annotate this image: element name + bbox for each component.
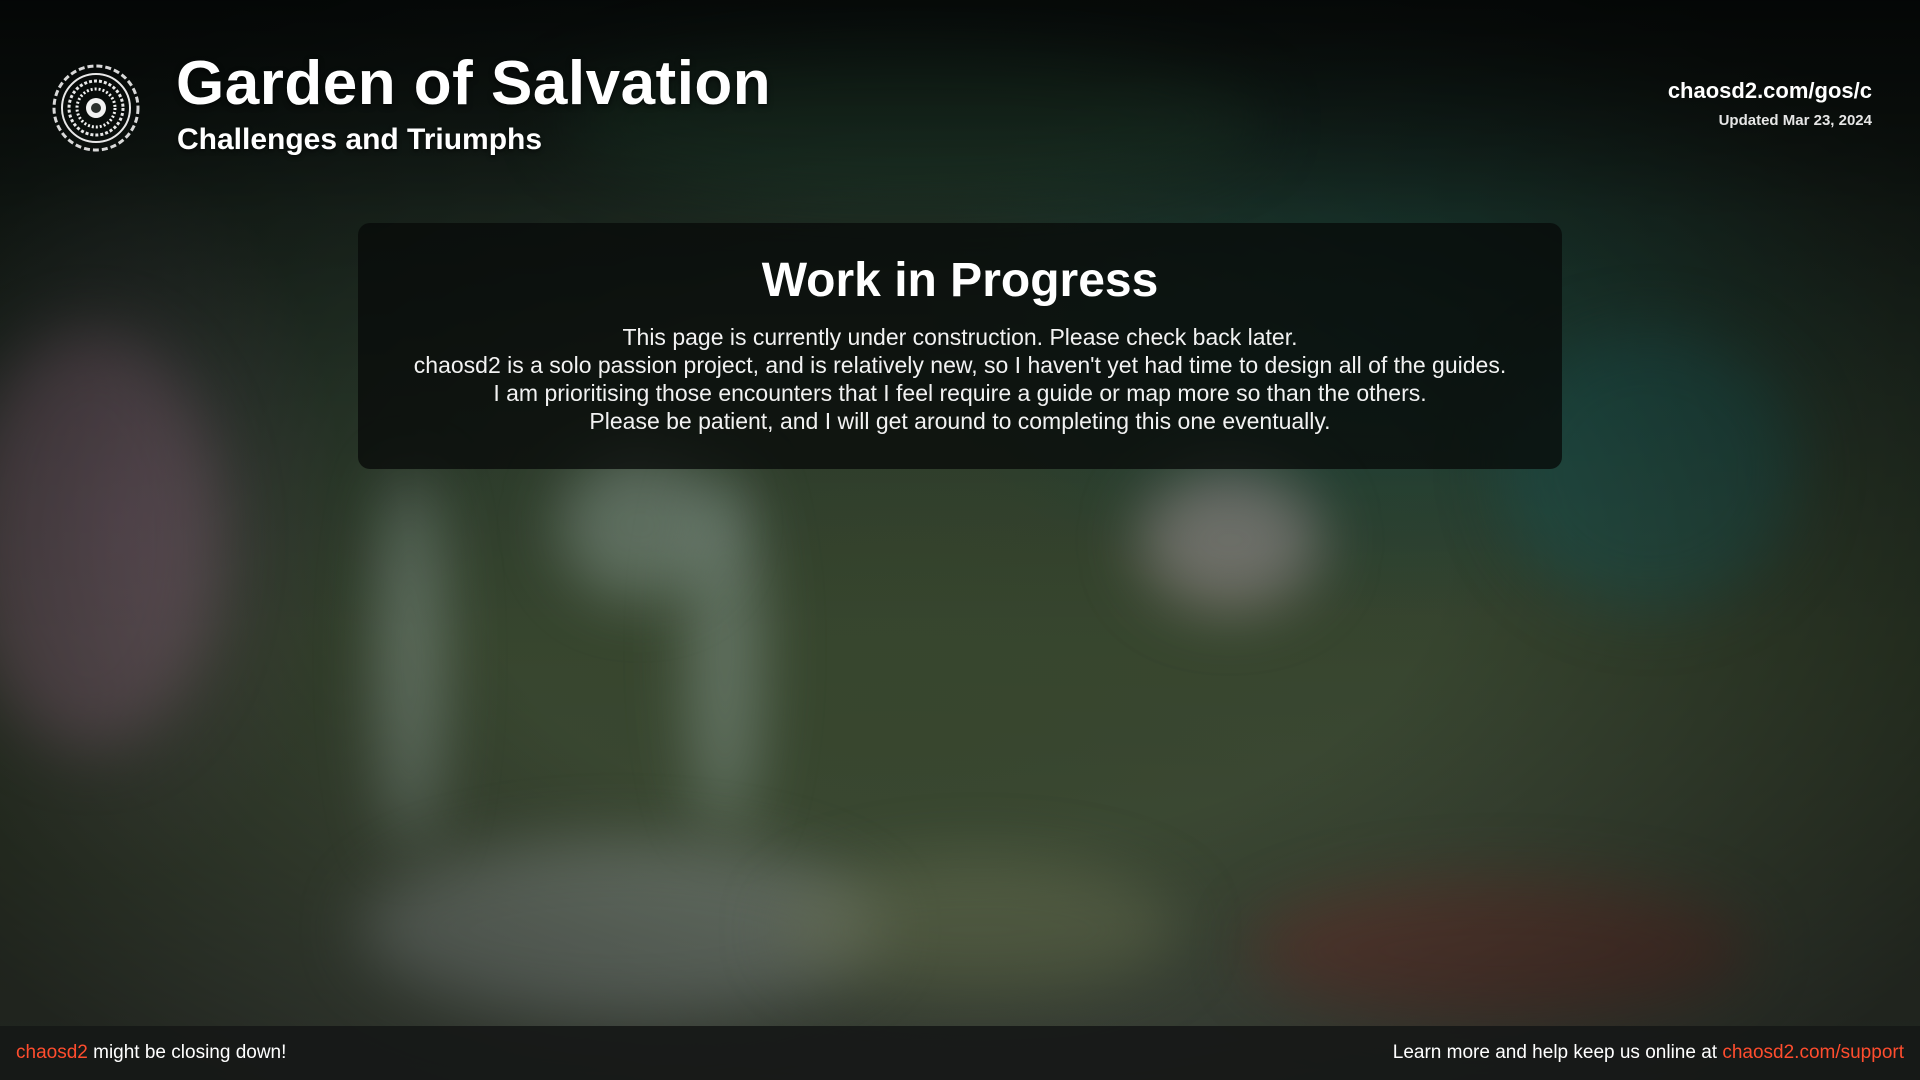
footer-support: Learn more and help keep us online at ch… [1393, 1026, 1904, 1080]
footer-notice: chaosd2 might be closing down! [16, 1026, 286, 1080]
site-url-link[interactable]: chaosd2.com/gos/c [1668, 78, 1872, 104]
panel-title: Work in Progress [761, 254, 1159, 307]
page-subtitle: Challenges and Triumphs [177, 123, 543, 156]
panel-message-line: chaosd2 is a solo passion project, and i… [413, 352, 1507, 378]
support-link[interactable]: chaosd2.com/support [1722, 1042, 1904, 1063]
panel-message-line: Please be patient, and I will get around… [589, 408, 1331, 434]
footer-bar: chaosd2 might be closing down! Learn mor… [0, 1026, 1920, 1080]
footer-support-text: Learn more and help keep us online at [1392, 1042, 1723, 1063]
blurred-garden-background [0, 0, 1920, 1080]
updated-date: Updated Mar 23, 2024 [1718, 112, 1872, 129]
panel-message-line: I am prioritising those encounters that … [493, 380, 1427, 406]
chaosd2-home-link[interactable]: chaosd2 [16, 1042, 88, 1063]
panel-message-line: This page is currently under constructio… [622, 324, 1298, 350]
footer-notice-text: might be closing down! [87, 1042, 287, 1063]
page-title: Garden of Salvation [176, 49, 772, 118]
work-in-progress-panel: Work in Progress This page is currently … [358, 223, 1562, 469]
garden-of-salvation-emblem-icon [50, 62, 142, 154]
